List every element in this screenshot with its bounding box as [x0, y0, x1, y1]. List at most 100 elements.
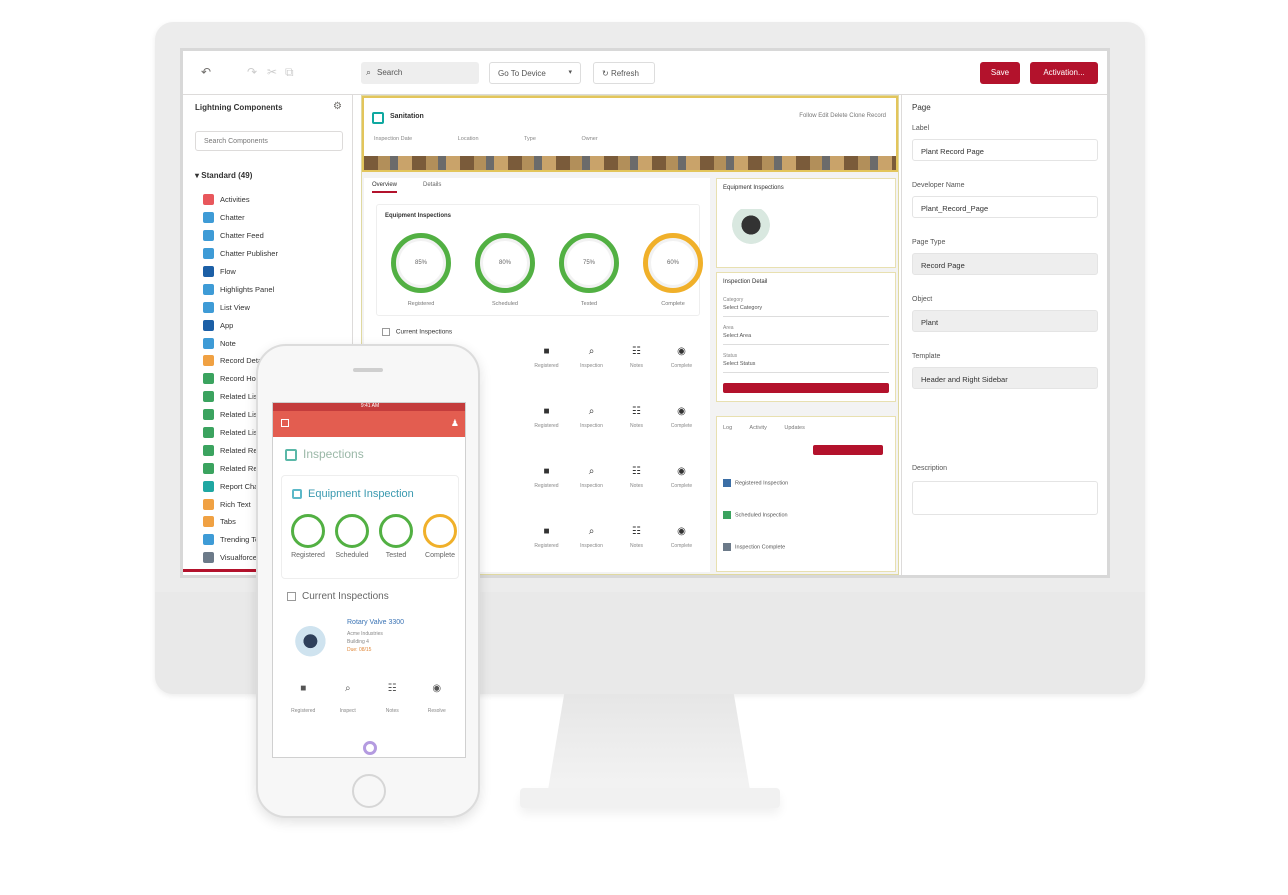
action-tile[interactable]: ■ Registered [524, 406, 569, 466]
record-header[interactable]: Sanitation Follow Edit Delete Clone Reco… [362, 96, 898, 172]
action-tile[interactable]: ◉ Complete [659, 346, 704, 406]
inspection-image-card[interactable]: Equipment Inspections [716, 178, 896, 268]
action-tile[interactable]: ⌕ Inspection [569, 526, 614, 575]
component-icon [203, 266, 214, 277]
phone-home-button [352, 774, 386, 808]
action-tile[interactable]: ⌕ Inspection [569, 406, 614, 466]
mobile-ring-label: Complete [425, 552, 455, 559]
action-tile[interactable]: ☷ Notes [614, 466, 659, 526]
field-label: Area [723, 325, 734, 331]
mobile-action-tile[interactable]: ◉ Resolve [415, 683, 460, 714]
cut-icon[interactable]: ✂ [267, 65, 277, 79]
property-input[interactable]: Plant [912, 310, 1098, 332]
action-tile[interactable]: ◉ Complete [659, 526, 704, 575]
component-search-input[interactable]: Search Components [195, 131, 343, 151]
component-icon [203, 552, 214, 564]
floating-action-icon[interactable] [363, 741, 377, 755]
category-select[interactable]: Select Category [723, 305, 889, 317]
action-tile[interactable]: ⌕ Inspection [569, 466, 614, 526]
equipment-item-due: Due: 08/15 [347, 647, 372, 653]
action-tile[interactable]: ■ Registered [524, 466, 569, 526]
property-label: Object [912, 296, 933, 303]
property-input[interactable]: Plant Record Page [912, 139, 1098, 161]
component-item[interactable]: Chatter Feed [203, 227, 353, 245]
mobile-action-tile[interactable]: ■ Registered [281, 683, 326, 714]
redo-icon[interactable]: ↷ [247, 65, 257, 79]
action-tile-label: Complete [670, 543, 693, 549]
equipment-item-title[interactable]: Rotary Valve 3300 [347, 619, 404, 626]
undo-icon[interactable]: ↶ [201, 65, 211, 79]
device-select[interactable]: Go To Device ▾ [489, 62, 581, 84]
mobile-inspection-card[interactable]: Equipment Inspection Registered Scheduled… [281, 475, 459, 579]
mobile-app-title: Inspections [285, 447, 364, 461]
tab-activity[interactable]: Activity [749, 425, 766, 431]
standard-section-toggle[interactable]: ▾ Standard (49) [195, 171, 252, 180]
tab-updates[interactable]: Updates [784, 425, 805, 431]
property-input[interactable]: Record Page [912, 253, 1098, 275]
action-tile[interactable]: ◉ Complete [659, 406, 704, 466]
tab-overview[interactable]: Overview [372, 182, 398, 193]
inspections-card: Equipment Inspections 85% Registered 80% Sc… [376, 204, 703, 316]
mobile-ring-label: Registered [291, 552, 325, 559]
progress-ring: 60% [643, 233, 703, 293]
email-icon [723, 543, 731, 551]
status-select[interactable]: Select Status [723, 361, 889, 373]
current-inspections-header: Current Inspections [382, 328, 452, 336]
activation-button[interactable]: Activation... [1030, 62, 1098, 84]
search-icon: ⌕ [588, 406, 595, 417]
component-icon [203, 534, 214, 546]
properties-title: Page [912, 103, 931, 112]
menu-icon[interactable] [281, 419, 289, 427]
mobile-action-tile[interactable]: ☷ Notes [370, 683, 415, 714]
new-activity-button[interactable] [813, 445, 883, 455]
component-item[interactable]: Chatter Publisher [203, 245, 353, 263]
component-item[interactable]: Activities [203, 191, 353, 209]
mobile-ring-label: Tested [385, 552, 407, 559]
activity-item[interactable]: Registered Inspection [723, 479, 889, 505]
activity-item[interactable]: Inspection Complete [723, 543, 889, 569]
tab-log[interactable]: Log [723, 425, 732, 431]
save-button[interactable]: Save [980, 62, 1020, 84]
component-item[interactable]: Chatter [203, 209, 353, 227]
copy-icon[interactable]: ⧉ [285, 65, 294, 80]
action-tile[interactable]: ☷ Notes [614, 346, 659, 406]
submit-button[interactable] [723, 383, 889, 393]
monitor-base [520, 788, 780, 808]
activity-card[interactable]: Log Activity Updates Registered Inspecti… [716, 416, 896, 572]
record-actions[interactable]: Follow Edit Delete Clone Record [799, 113, 886, 119]
action-tile[interactable]: ■ Registered [524, 346, 569, 406]
refresh-button[interactable]: ↻ Refresh [593, 62, 655, 84]
property-input[interactable]: Plant_Record_Page [912, 196, 1098, 218]
task-icon [723, 511, 731, 519]
component-item[interactable]: Flow [203, 263, 353, 281]
builder-toolbar: ↶ ↷ ✂ ⧉ ⌕ Search Go To Device ▾ ↻ Refres… [183, 51, 1107, 95]
description-textarea[interactable] [912, 481, 1098, 515]
property-input[interactable]: Header and Right Sidebar [912, 367, 1098, 389]
action-tile[interactable]: ⌕ Inspection [569, 346, 614, 406]
activity-item[interactable]: Scheduled Inspection [723, 511, 889, 537]
search-box[interactable]: ⌕ Search [361, 62, 479, 84]
component-item[interactable]: App [203, 316, 353, 334]
area-select[interactable]: Select Area [723, 333, 889, 345]
record-tabs: Overview Details [372, 182, 467, 193]
action-tile[interactable]: ◉ Complete [659, 466, 704, 526]
search-icon: ⌕ [366, 67, 372, 77]
action-tile[interactable]: ■ Registered [524, 526, 569, 575]
activity-tabs: Log Activity Updates [723, 425, 821, 431]
mobile-action-tile[interactable]: ⌕ Inspect [326, 683, 371, 714]
inspection-detail-card[interactable]: Inspection Detail Category Select Catego… [716, 272, 896, 402]
component-item[interactable]: Highlights Panel [203, 280, 353, 298]
mobile-nav-bar: ♟ [273, 411, 465, 437]
user-icon[interactable]: ♟ [451, 418, 459, 429]
component-item[interactable]: List View [203, 298, 353, 316]
component-icon [203, 427, 214, 439]
action-tile[interactable]: ☷ Notes [614, 406, 659, 466]
component-icon [203, 516, 214, 528]
action-tile[interactable]: ☷ Notes [614, 526, 659, 575]
component-label: Activities [220, 195, 250, 205]
tab-details[interactable]: Details [423, 182, 441, 193]
component-icon [203, 391, 214, 403]
action-tile-label: Registered [534, 483, 559, 489]
settings-icon[interactable]: ⚙ [333, 101, 342, 112]
component-label: Note [220, 338, 236, 348]
